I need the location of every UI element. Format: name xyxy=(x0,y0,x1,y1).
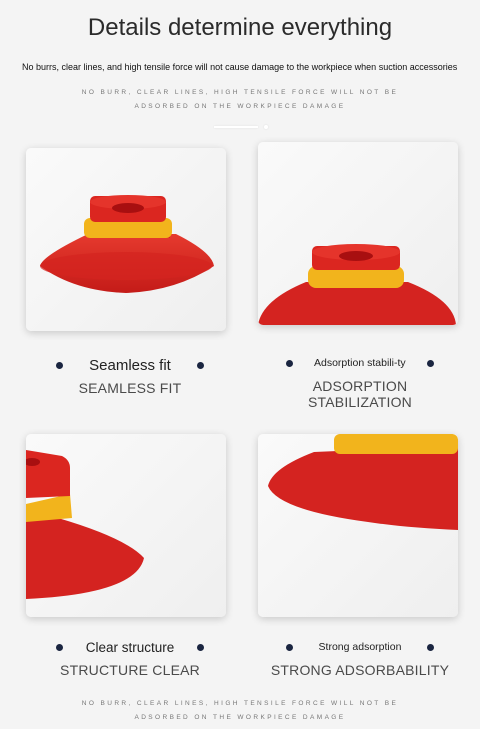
bullet-dot xyxy=(286,359,293,367)
divider-bar xyxy=(214,126,258,128)
bullet-dot xyxy=(197,361,204,369)
caps-tagline-top: NO BURR, CLEAR LINES, HIGH TENSILE FORCE… xyxy=(0,86,480,114)
feature-strong-adsorption: Strong adsorption STRONG ADSORBABILITY xyxy=(260,635,460,678)
feature-clear-structure: Clear structure STRUCTURE CLEAR xyxy=(30,635,230,678)
caps-tagline-top-line1: NO BURR, CLEAR LINES, HIGH TENSILE FORCE… xyxy=(81,89,399,96)
product-image-strong-adsorption xyxy=(258,434,458,617)
caps-tagline-top-line2: ADSORBED ON THE WORKPIECE DAMAGE xyxy=(134,103,346,110)
bullet-dot xyxy=(286,643,293,651)
feature-caps: STRONG ADSORBABILITY xyxy=(270,662,450,678)
product-image-adsorption-stability xyxy=(258,142,458,325)
feature-label: Strong adsorption xyxy=(318,640,402,653)
suction-cup-illustration xyxy=(40,195,214,293)
caps-tagline-bottom-line1: NO BURR, CLEAR LINES, HIGH TENSILE FORCE… xyxy=(81,700,399,707)
product-image-seamless-fit xyxy=(26,148,226,331)
feature-caps: ADSORPTION STABILIZATION xyxy=(308,378,412,410)
page-title: Details determine everything xyxy=(87,14,393,41)
feature-label: Seamless fit xyxy=(89,356,171,374)
caps-tagline-bottom-line2: ADSORBED ON THE WORKPIECE DAMAGE xyxy=(134,714,346,721)
bullet-dot xyxy=(56,361,63,369)
feature-adsorption-stability: Adsorption stabili-ty ADSORPTION STABILI… xyxy=(260,351,460,410)
feature-label: Adsorption stabili-ty xyxy=(314,356,406,369)
bullet-dot xyxy=(56,643,63,651)
feature-seamless-fit: Seamless fit SEAMLESS FIT xyxy=(30,353,230,396)
divider-dot xyxy=(264,125,268,129)
page-subtitle: No burrs, clear lines, and high tensile … xyxy=(22,62,458,72)
suction-cup-illustration xyxy=(26,450,144,599)
suction-cup-illustration xyxy=(268,434,458,530)
feature-caps: SEAMLESS FIT xyxy=(78,380,182,396)
feature-label: Clear structure xyxy=(85,639,175,655)
bullet-dot xyxy=(197,643,204,651)
bullet-dot xyxy=(427,359,434,367)
feature-caps: STRUCTURE CLEAR xyxy=(60,662,200,678)
bullet-dot xyxy=(427,643,434,651)
suction-cup-illustration xyxy=(258,244,456,325)
caps-tagline-bottom: NO BURR, CLEAR LINES, HIGH TENSILE FORCE… xyxy=(0,697,480,725)
product-image-clear-structure xyxy=(26,434,226,617)
